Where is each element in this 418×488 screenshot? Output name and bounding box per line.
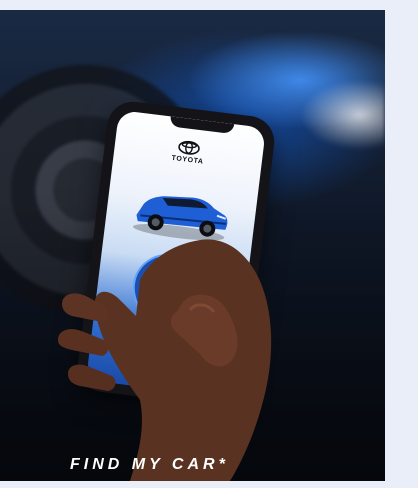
suv-car-icon	[133, 196, 228, 241]
app-brand: TOYOTA	[114, 132, 264, 173]
smartphone: TOYOTA FIND MY CAR	[74, 98, 278, 410]
phone-notch	[169, 116, 235, 135]
car-headlight-background	[300, 80, 385, 150]
toyota-logo-icon	[178, 140, 200, 155]
phone-screen: TOYOTA FIND MY CAR	[85, 109, 267, 399]
hero-caption: FIND MY CAR*	[70, 456, 229, 473]
hero-image: TOYOTA FIND MY CAR FIND MY CAR*	[0, 10, 385, 481]
find-my-car-button[interactable]: FIND MY CAR	[119, 245, 212, 350]
